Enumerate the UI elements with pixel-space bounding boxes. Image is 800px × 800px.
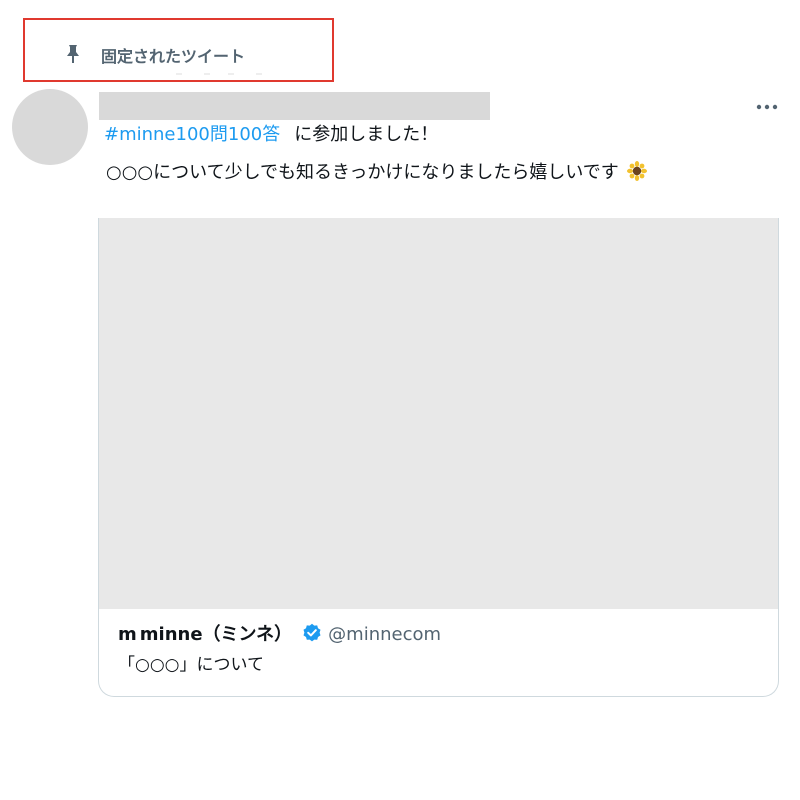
more-icon[interactable] (754, 96, 780, 118)
decorative-marks (176, 73, 262, 75)
hashtag-link[interactable]: #minne100問100答 (104, 124, 280, 145)
card-author-name: minne（ミンネ） (139, 624, 293, 645)
verified-badge-icon (303, 623, 321, 642)
author-name-placeholder[interactable] (99, 92, 490, 120)
pinned-tweet-page: 固定されたツイート #minne100問100答 に参加しました！ ○○○について… (0, 0, 800, 800)
card-image[interactable] (99, 218, 778, 609)
card-title: 「○○○」について (118, 655, 264, 675)
minne-logo: m (118, 624, 137, 645)
tweet-text-line-2: ○○○について少しでも知るきっかけになりましたら嬉しいです (106, 159, 647, 187)
pin-icon (67, 45, 79, 63)
sunflower-icon (626, 161, 647, 181)
tweet-text-rest: に参加しました！ (294, 124, 439, 145)
avatar[interactable] (12, 89, 88, 165)
link-card[interactable]: m minne（ミンネ） @minnecom 「○○○」について (98, 218, 779, 697)
card-author-row: m minne（ミンネ） @minnecom (118, 622, 441, 648)
tweet-text-body: ○○○について少しでも知るきっかけになりましたら嬉しいです (106, 162, 619, 183)
card-author-handle: @minnecom (328, 624, 442, 645)
tweet-text-line-1: #minne100問100答 に参加しました！ (104, 121, 438, 149)
pinned-tweet-label: 固定されたツイート (101, 47, 246, 66)
